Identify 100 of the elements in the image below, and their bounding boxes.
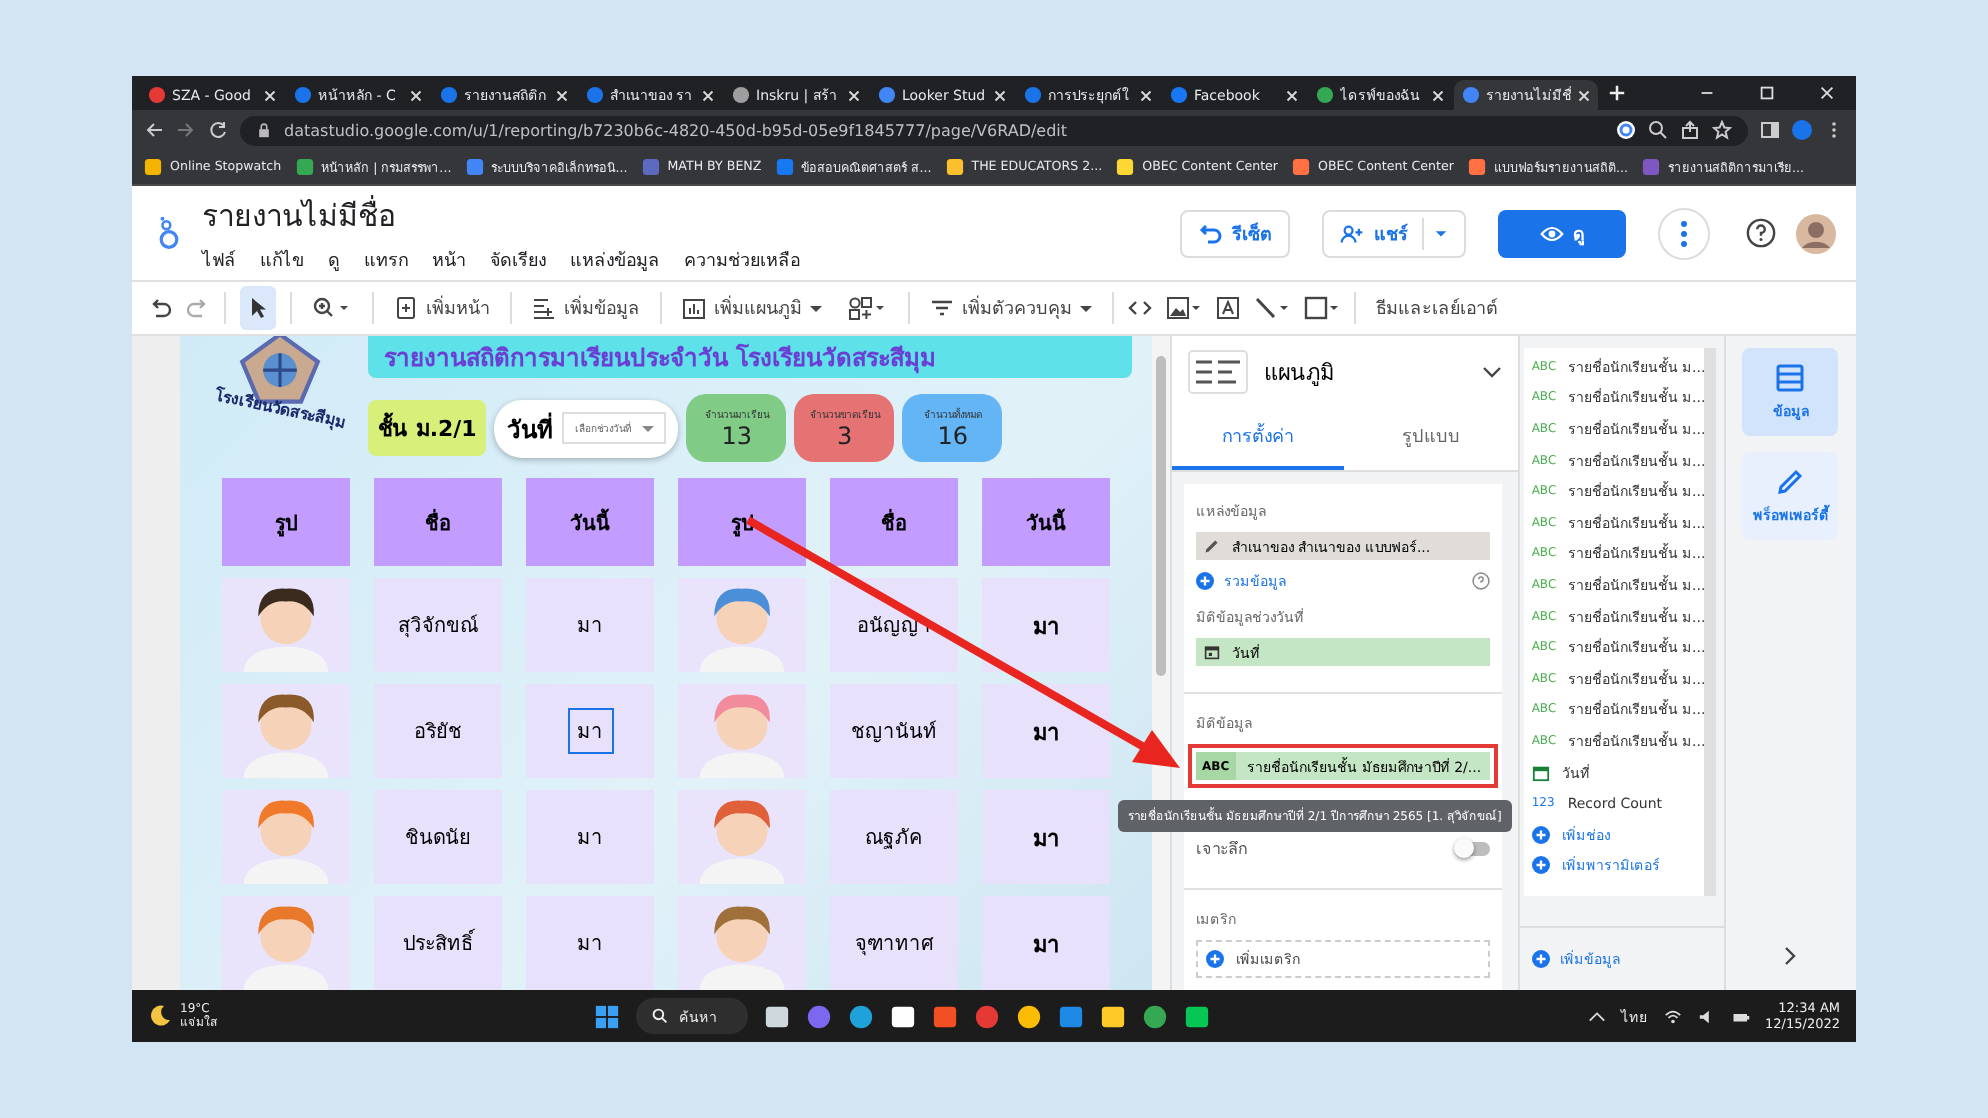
add-icon[interactable]	[1608, 84, 1626, 102]
student-name-cell: ณฐภัค	[830, 790, 958, 884]
text-box-icon[interactable]	[1216, 296, 1240, 320]
zoom-icon[interactable]	[1648, 120, 1668, 140]
back-icon[interactable]	[144, 120, 164, 140]
site-icon	[1316, 86, 1334, 104]
address-field[interactable]: datastudio.google.com/u/1/reporting/b7230b6c-4820-450d-b95d-05e9f1845777/page/V6RAD/edit	[240, 115, 1748, 145]
report-title[interactable]: รายงานไม่มีชื่อ	[202, 192, 800, 240]
site-icon	[1024, 86, 1042, 104]
site-icon	[1170, 86, 1188, 104]
class-label: ชั้น ม.2/1	[368, 400, 487, 456]
close-icon[interactable]	[264, 89, 276, 101]
bookmark-icon	[945, 158, 964, 176]
add-icon	[1531, 950, 1550, 968]
caret-icon[interactable]	[1434, 226, 1448, 240]
student-name-cell: สุวิจักขณ์	[374, 578, 502, 672]
menu-item[interactable]: ความช่วยเหลือ	[684, 246, 800, 274]
eye-icon	[1539, 223, 1563, 243]
code-icon[interactable]	[1128, 296, 1152, 320]
filter-icon	[930, 296, 954, 320]
column-header: รูป	[222, 478, 350, 566]
column-header: ชื่อ	[374, 478, 502, 566]
bookmark-icon	[295, 158, 314, 176]
reload-icon[interactable]	[208, 120, 228, 140]
menu-item[interactable]: จัดเรียง	[490, 246, 546, 274]
looker-logo-icon[interactable]	[156, 216, 182, 250]
drill-down-label: เจาะลึก	[1196, 838, 1248, 862]
caret-icon	[642, 422, 655, 434]
close-icon[interactable]	[1140, 89, 1152, 101]
close-icon[interactable]	[1578, 89, 1590, 101]
status-text: มา	[1031, 823, 1061, 855]
undo-arrow-icon	[1198, 223, 1222, 243]
bookmark-icon	[144, 158, 162, 176]
student-name-cell: ชญานันท์	[830, 684, 958, 778]
pencil-icon	[1776, 467, 1805, 495]
share-button[interactable]: แชร์	[1322, 209, 1466, 257]
profile-avatar-icon[interactable]	[1792, 120, 1812, 140]
site-icon	[294, 86, 312, 104]
close-icon[interactable]	[702, 89, 714, 101]
caret-icon	[810, 302, 822, 314]
add-chart-button[interactable]: เพิ่มแผนภูมิ	[676, 286, 828, 330]
menu-item[interactable]: แทรก	[364, 246, 408, 274]
restore-icon[interactable]	[1758, 84, 1776, 102]
forward-icon[interactable]	[176, 120, 196, 140]
site-icon	[440, 86, 458, 104]
side-panel-icon[interactable]	[1760, 120, 1780, 140]
add-control-button[interactable]: เพิ่มตัวควบคุม	[924, 286, 1098, 330]
student-name-cell: ชินดนัย	[374, 790, 502, 884]
help-icon[interactable]	[1746, 218, 1776, 248]
windows-logo-icon[interactable]	[594, 1003, 621, 1029]
undo-icon[interactable]	[148, 296, 172, 320]
add-person-icon	[1340, 223, 1364, 243]
share-icon[interactable]	[1680, 120, 1700, 140]
add-data-button[interactable]: เพิ่มข้อมูล	[526, 286, 646, 330]
date-label: วันที่	[506, 410, 553, 447]
add-page-button[interactable]: เพิ่มหน้า	[388, 286, 496, 330]
panel-tab[interactable]: รูปแบบ	[1344, 408, 1518, 470]
rectangle-icon[interactable]	[1304, 296, 1340, 320]
search-icon	[652, 1008, 669, 1024]
reset-button[interactable]: รีเซ็ต	[1180, 209, 1290, 257]
bar-chart-icon	[682, 296, 706, 320]
chevron-down-icon[interactable]	[1481, 366, 1502, 378]
close-icon[interactable]	[1286, 89, 1298, 101]
menu-item[interactable]: ไฟล์	[202, 246, 236, 274]
bookmark-icon	[1116, 158, 1135, 176]
status-text: มา	[575, 826, 605, 854]
theme-layout-button[interactable]: ธีมและเลย์เอาต์	[1370, 286, 1504, 330]
more-icon[interactable]	[1658, 207, 1710, 259]
star-icon[interactable]	[1712, 120, 1732, 140]
moon-icon	[148, 1004, 172, 1028]
chevron-up-icon[interactable]	[1587, 1007, 1606, 1025]
menu-item[interactable]: แหล่งข้อมูล	[570, 246, 660, 274]
add-icon	[1531, 856, 1550, 875]
view-button[interactable]: ดู	[1498, 209, 1626, 257]
menu-item[interactable]: แก้ไข	[260, 246, 304, 274]
bookmark-icon	[465, 158, 484, 176]
report-heading: รายงานสถิติการมาเรียนประจำวัน โรงเรียนวัดสระสีมุม	[368, 336, 1132, 378]
bookmark-icon	[1292, 158, 1311, 176]
site-icon	[148, 86, 166, 104]
add-icon	[1206, 950, 1224, 968]
close-icon[interactable]	[410, 89, 422, 101]
status-text: มา	[1031, 929, 1061, 961]
close-icon[interactable]	[848, 89, 860, 101]
toggle-switch[interactable]	[1457, 842, 1490, 856]
bookmark-icon	[775, 158, 794, 176]
menu-item[interactable]: ดู	[328, 246, 340, 274]
close-icon[interactable]	[556, 89, 568, 101]
close-icon[interactable]	[994, 89, 1006, 101]
menu-item[interactable]: หน้า	[432, 246, 466, 274]
image-icon[interactable]	[1166, 296, 1202, 320]
table-icon	[1776, 363, 1805, 391]
panel-tab[interactable]: การตั้งค่า	[1172, 408, 1345, 470]
close-icon[interactable]	[1432, 89, 1444, 101]
close-icon[interactable]	[1818, 84, 1836, 102]
bookmark-icon	[1641, 158, 1660, 176]
chevron-right-icon[interactable]	[1784, 946, 1797, 966]
select-tool[interactable]	[240, 286, 276, 330]
avatar-icon[interactable]	[1796, 213, 1836, 253]
wifi-icon[interactable]	[1663, 1007, 1682, 1025]
add-list-icon	[532, 296, 556, 320]
